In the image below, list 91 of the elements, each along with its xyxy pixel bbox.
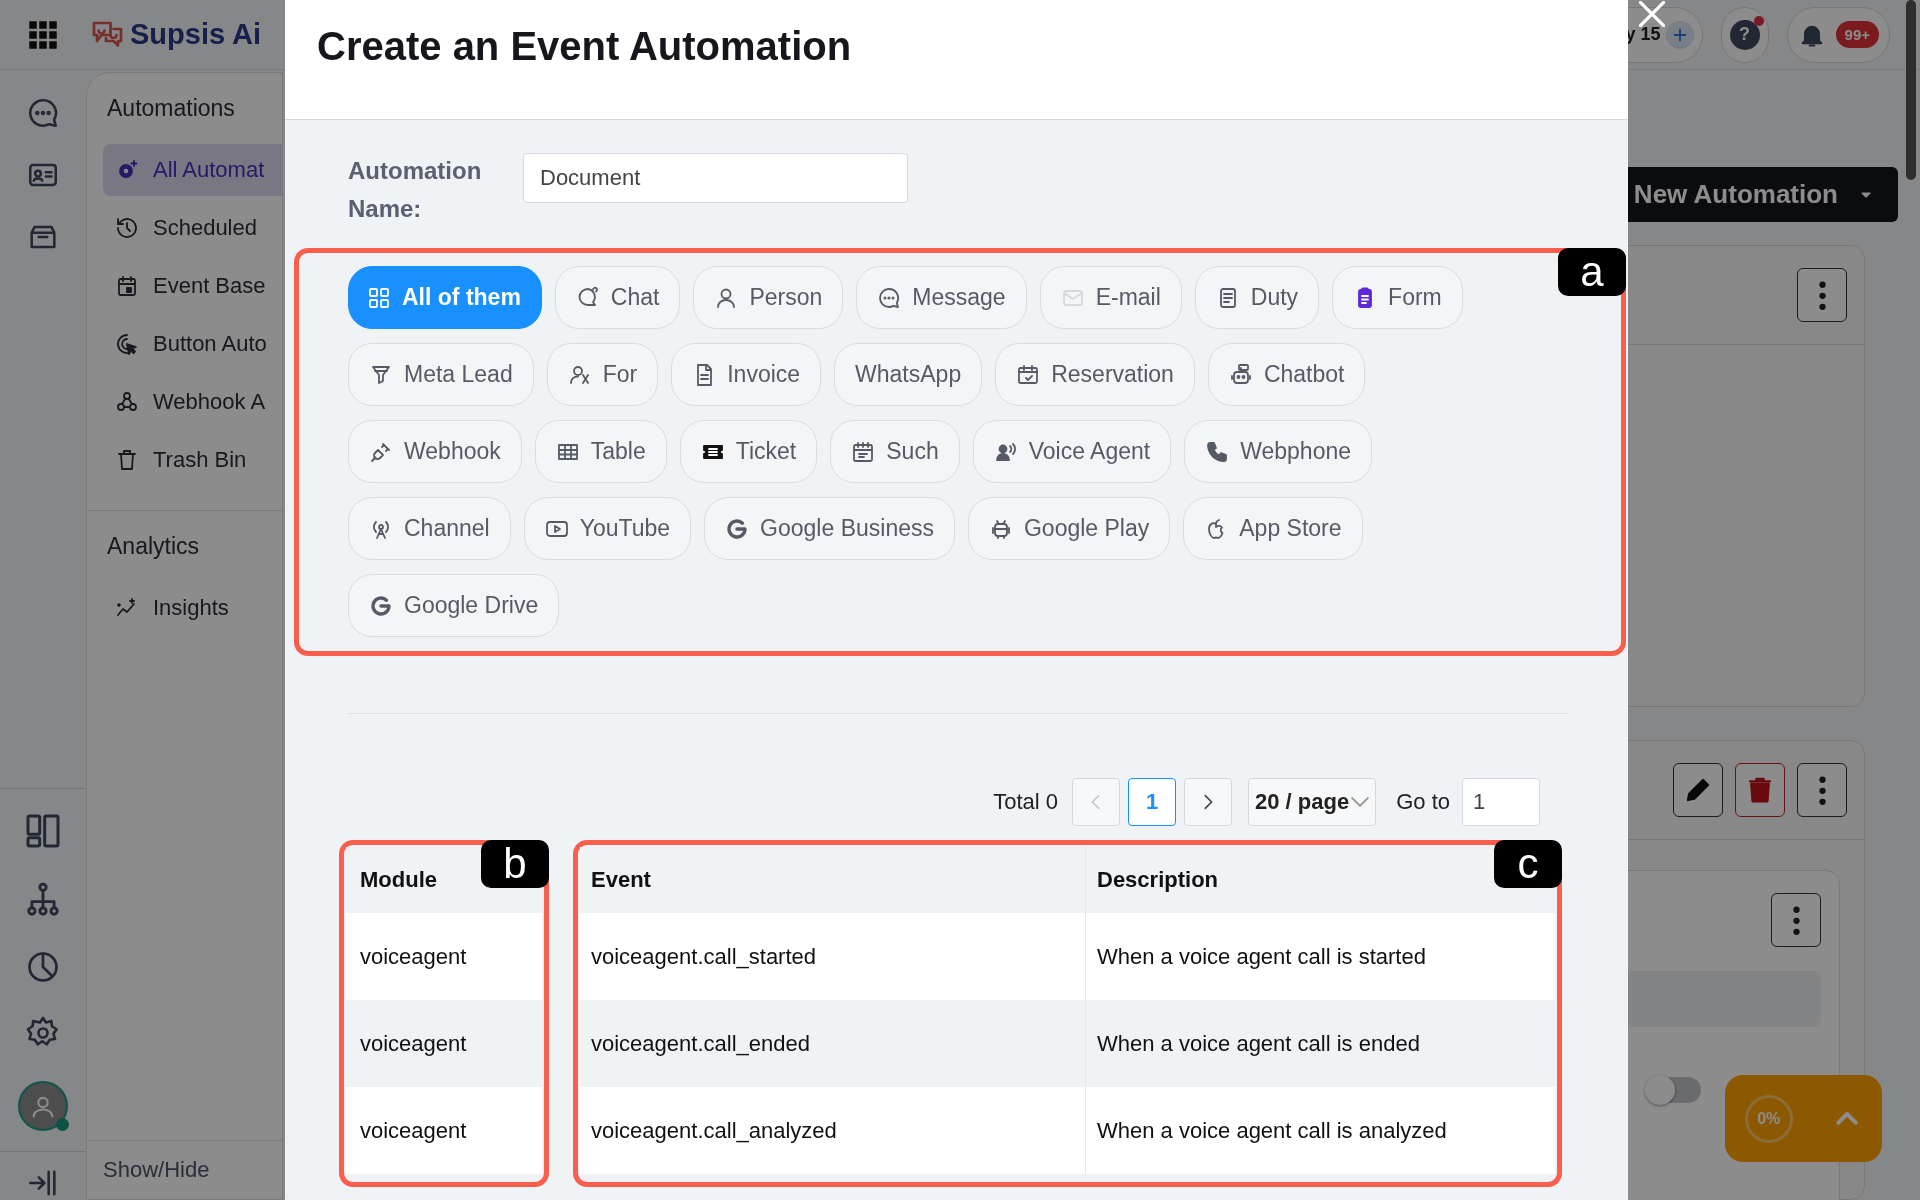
goto-page-field[interactable]: 1 [1462, 778, 1540, 826]
calendar-icon [115, 274, 139, 298]
filter-chip[interactable]: Invoice [671, 343, 822, 406]
kebab-icon [1792, 905, 1800, 935]
nav-item[interactable]: Webhook A [103, 376, 282, 428]
close-button[interactable] [1639, 1, 1665, 27]
scrollbar-thumb[interactable] [1906, 0, 1916, 180]
section-title: Analytics [106, 532, 201, 561]
filter-chip[interactable]: Reservation [995, 343, 1195, 406]
g-icon [369, 593, 393, 618]
filter-chip[interactable]: Channel [348, 497, 511, 560]
g-icon [725, 516, 750, 541]
robot-icon [1228, 362, 1253, 387]
alert-dot [1753, 15, 1764, 26]
notification-count: 99+ [1835, 21, 1879, 48]
nav-item[interactable]: Scheduled [103, 202, 282, 254]
table-cell-text: When a voice agent call is ended [1096, 1029, 1421, 1058]
nav-item[interactable]: Insights [103, 582, 282, 634]
app-logo-text: Supsis Ai [130, 18, 262, 51]
grid-icon [367, 285, 391, 310]
filter-chip[interactable]: Chat [554, 266, 681, 329]
filter-chip[interactable]: Such [830, 420, 960, 483]
page-size-select[interactable]: 20 / page [1248, 777, 1377, 826]
webhook-icon [115, 390, 139, 414]
filter-chip[interactable]: Chatbot [1207, 343, 1366, 406]
calendar-icon [851, 439, 876, 464]
show-hide-toggle[interactable]: Show/Hide [87, 1140, 282, 1199]
message-icon [877, 285, 902, 310]
nav-item[interactable]: Event Base [103, 260, 282, 312]
section-title: Automations [106, 94, 236, 123]
dialog-title: Create an Event Automation [317, 24, 852, 68]
nav-item[interactable]: All Automat [103, 144, 282, 196]
online-status-dot [56, 1118, 69, 1131]
table-cell-text: When a voice agent call is analyzed [1096, 1116, 1448, 1145]
table-cell-text: voiceagent [359, 942, 468, 971]
more-button[interactable] [1797, 763, 1847, 817]
filter-chip[interactable]: Duty [1194, 266, 1320, 329]
nav-item[interactable]: Trash Bin [103, 434, 282, 486]
chevron-down-icon [1351, 796, 1370, 807]
nav-item[interactable]: Button Auto [103, 318, 282, 370]
filter-chip[interactable]: Ticket [679, 420, 818, 483]
calendar-check-icon [1016, 362, 1041, 387]
apps-grid-icon [28, 19, 58, 50]
more-button[interactable] [1771, 893, 1821, 947]
annotation-label: a [1558, 248, 1626, 296]
phone-icon [1205, 439, 1230, 464]
filter-chip[interactable]: E-mail [1039, 266, 1182, 329]
filter-chip[interactable]: Meta Lead [348, 343, 534, 406]
filter-chip[interactable]: Google Play [967, 497, 1171, 560]
pie-chart-icon [25, 949, 61, 985]
annotation-label: c [1494, 840, 1562, 888]
edit-button[interactable] [1673, 763, 1723, 817]
filter-chip[interactable]: For [546, 343, 659, 406]
filter-chip[interactable]: Google Drive [348, 574, 560, 637]
delete-button[interactable] [1735, 763, 1785, 817]
annotation-label: b [481, 840, 549, 888]
automation-name-field[interactable]: Document [523, 153, 908, 203]
toggle-switch[interactable] [1647, 1077, 1701, 1103]
total-count: Total 0 [993, 788, 1059, 815]
cursor-click-icon [115, 332, 139, 356]
filter-chip[interactable]: App Store [1183, 497, 1363, 560]
kebab-icon [1818, 775, 1826, 805]
goto-label: Go to [1396, 788, 1450, 815]
column-header: Description [1097, 867, 1219, 893]
trash-icon [115, 448, 139, 472]
avatar[interactable] [18, 1081, 68, 1131]
filter-chip[interactable]: YouTube [523, 497, 692, 560]
history-icon [115, 216, 139, 240]
table-cell-text: When a voice agent call is started [1096, 942, 1427, 971]
filter-chip[interactable]: WhatsApp [834, 343, 983, 406]
filter-chip[interactable]: Message [856, 266, 1027, 329]
chat-bubble-icon [26, 96, 60, 130]
table-cell: voiceagent.call_analyzed [580, 1087, 1086, 1174]
filter-chip[interactable]: Table [534, 420, 667, 483]
filter-chip[interactable]: Webhook [348, 420, 522, 483]
page-button[interactable]: 1 [1128, 777, 1177, 826]
column-header: Module [360, 867, 437, 893]
field-label: Automation Name: [348, 156, 483, 224]
filter-chip[interactable]: Google Business [704, 497, 955, 560]
more-button[interactable] [1797, 268, 1847, 323]
filter-chip[interactable]: All of them [348, 266, 542, 329]
filter-chip[interactable]: Form [1332, 266, 1463, 329]
filter-chip[interactable]: Person [693, 266, 844, 329]
filter-chip[interactable]: Webphone [1184, 420, 1373, 483]
kebab-icon [1818, 280, 1826, 311]
table-cell-text: voiceagent [359, 1116, 468, 1145]
add-button[interactable] [1665, 20, 1694, 49]
table-cell-text: voiceagent [359, 1029, 468, 1058]
hierarchy-icon [24, 881, 62, 919]
progress-reading: 0% [1744, 1094, 1793, 1143]
filter-chip[interactable]: Voice Agent [972, 420, 1172, 483]
